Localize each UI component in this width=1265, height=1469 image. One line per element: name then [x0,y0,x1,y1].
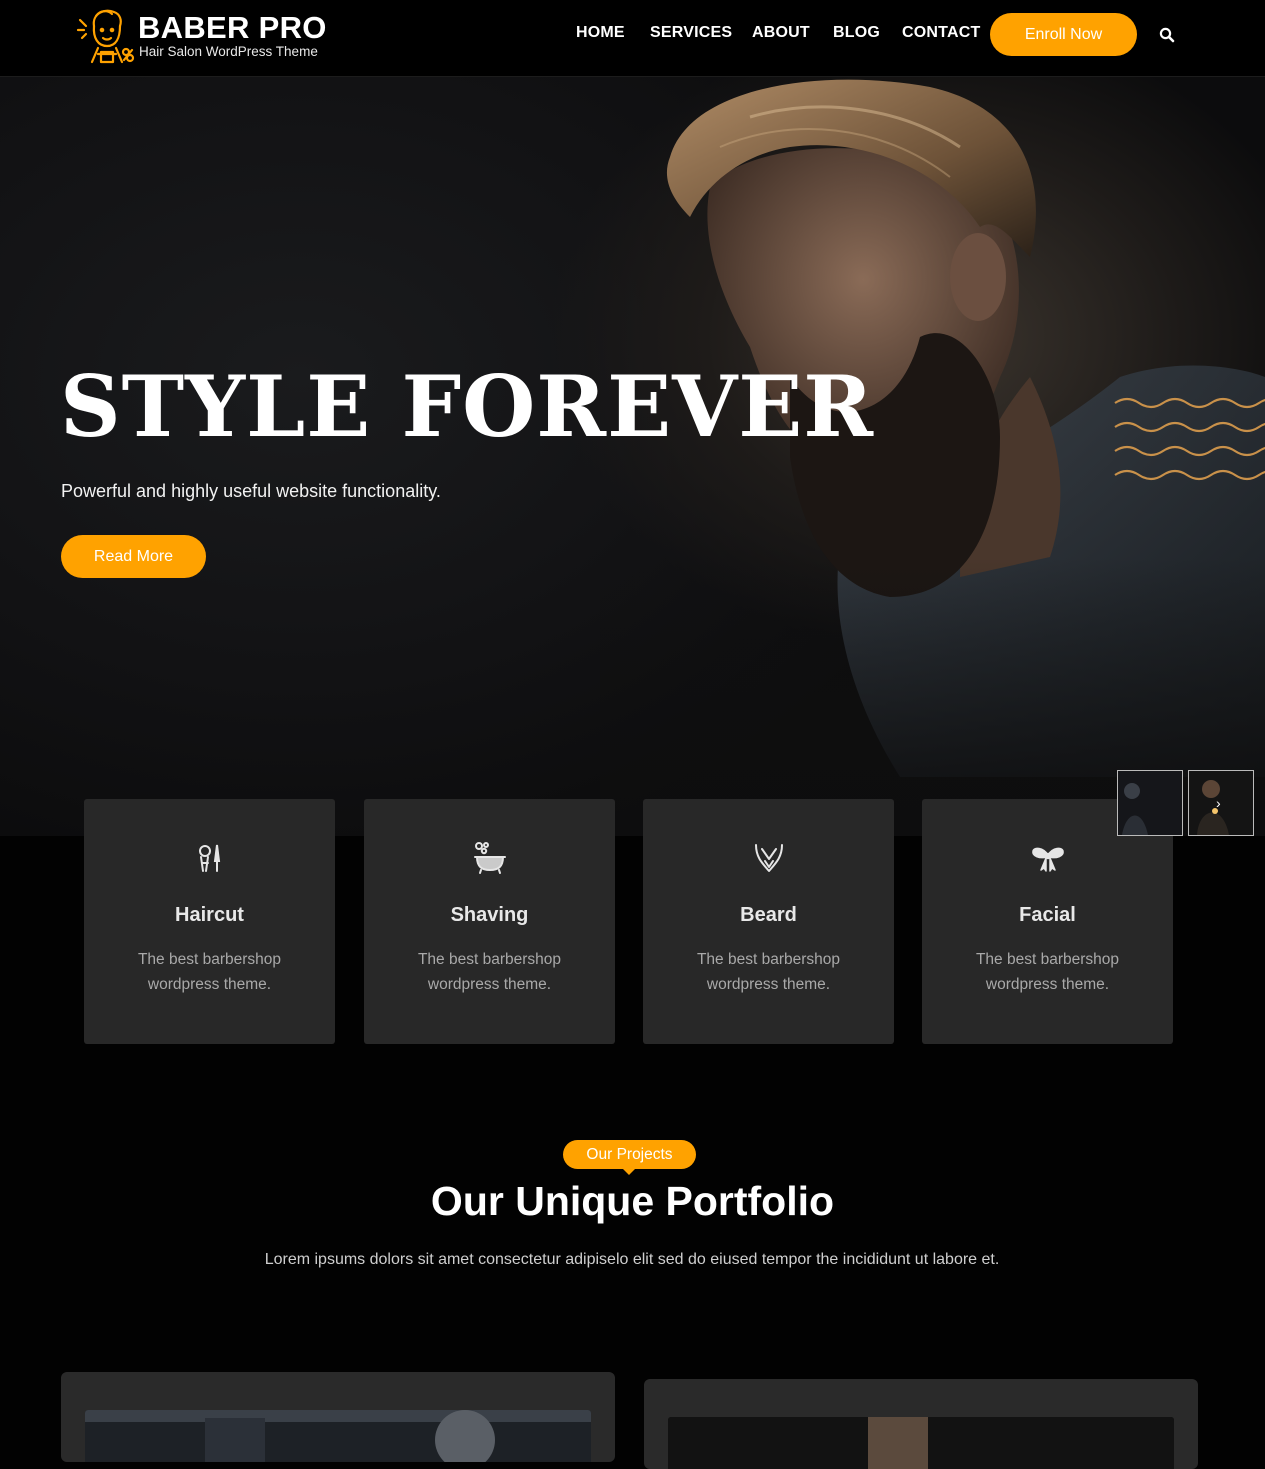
thumbnail-image [1118,771,1182,835]
service-description: The best barbershop wordpress theme. [975,951,1120,993]
slider-next-arrow[interactable]: › [1216,795,1221,811]
service-title: Beard [740,904,797,926]
slide-thumbnail-2[interactable] [1188,770,1254,836]
service-description: The best barbershop wordpress theme. [696,951,841,993]
thumbnail-image [1189,771,1253,835]
section-badge: Our Projects [563,1140,696,1169]
service-description: The best barbershop wordpress theme. [137,951,282,993]
nav-home[interactable]: HOME [576,24,625,42]
service-title: Shaving [450,904,529,926]
site-header: BABER PRO Hair Salon WordPress Theme HOM… [0,0,1265,77]
decorative-waves [1114,397,1265,481]
section-title: Our Unique Portfolio [430,1178,835,1224]
nav-contact[interactable]: CONTACT [902,24,980,42]
section-description: Lorem ipsums dolors sit amet consectetur… [264,1251,1000,1268]
hero-slider: STYLE FOREVER Powerful and highly useful… [0,77,1265,836]
service-title: Facial [1019,904,1076,926]
service-title: Haircut [175,904,244,926]
portfolio-card[interactable] [644,1379,1198,1469]
slide-thumbnail-1[interactable] [1117,770,1183,836]
badge-pointer [622,1168,636,1175]
enroll-now-button[interactable]: Enroll Now [990,13,1137,56]
hero-title: STYLE FOREVER [60,357,875,456]
brand-tagline: Hair Salon WordPress Theme [139,44,318,59]
service-description: The best barbershop wordpress theme. [417,951,562,993]
portfolio-image [668,1417,1174,1469]
service-card-shaving[interactable]: Shaving The best barbershop wordpress th… [364,799,615,1044]
shaving-icon [474,842,506,874]
haircut-icon [199,844,221,872]
nav-blog[interactable]: BLOG [833,24,880,42]
read-more-button[interactable]: Read More [61,535,206,578]
brand-title: BABER PRO [138,10,327,45]
service-card-haircut[interactable]: Haircut The best barbershop wordpress th… [84,799,335,1044]
beard-icon [755,844,783,872]
hero-subtitle: Powerful and highly useful website funct… [61,481,441,501]
portfolio-image [85,1410,591,1462]
facial-icon [1032,847,1064,872]
nav-services[interactable]: SERVICES [650,24,732,42]
barber-logo-icon [76,9,135,64]
site-logo[interactable]: BABER PRO Hair Salon WordPress Theme [74,4,334,66]
nav-about[interactable]: ABOUT [752,24,810,42]
service-card-beard[interactable]: Beard The best barbershop wordpress them… [643,799,894,1044]
portfolio-card[interactable] [61,1372,615,1462]
search-icon[interactable] [1159,27,1175,43]
